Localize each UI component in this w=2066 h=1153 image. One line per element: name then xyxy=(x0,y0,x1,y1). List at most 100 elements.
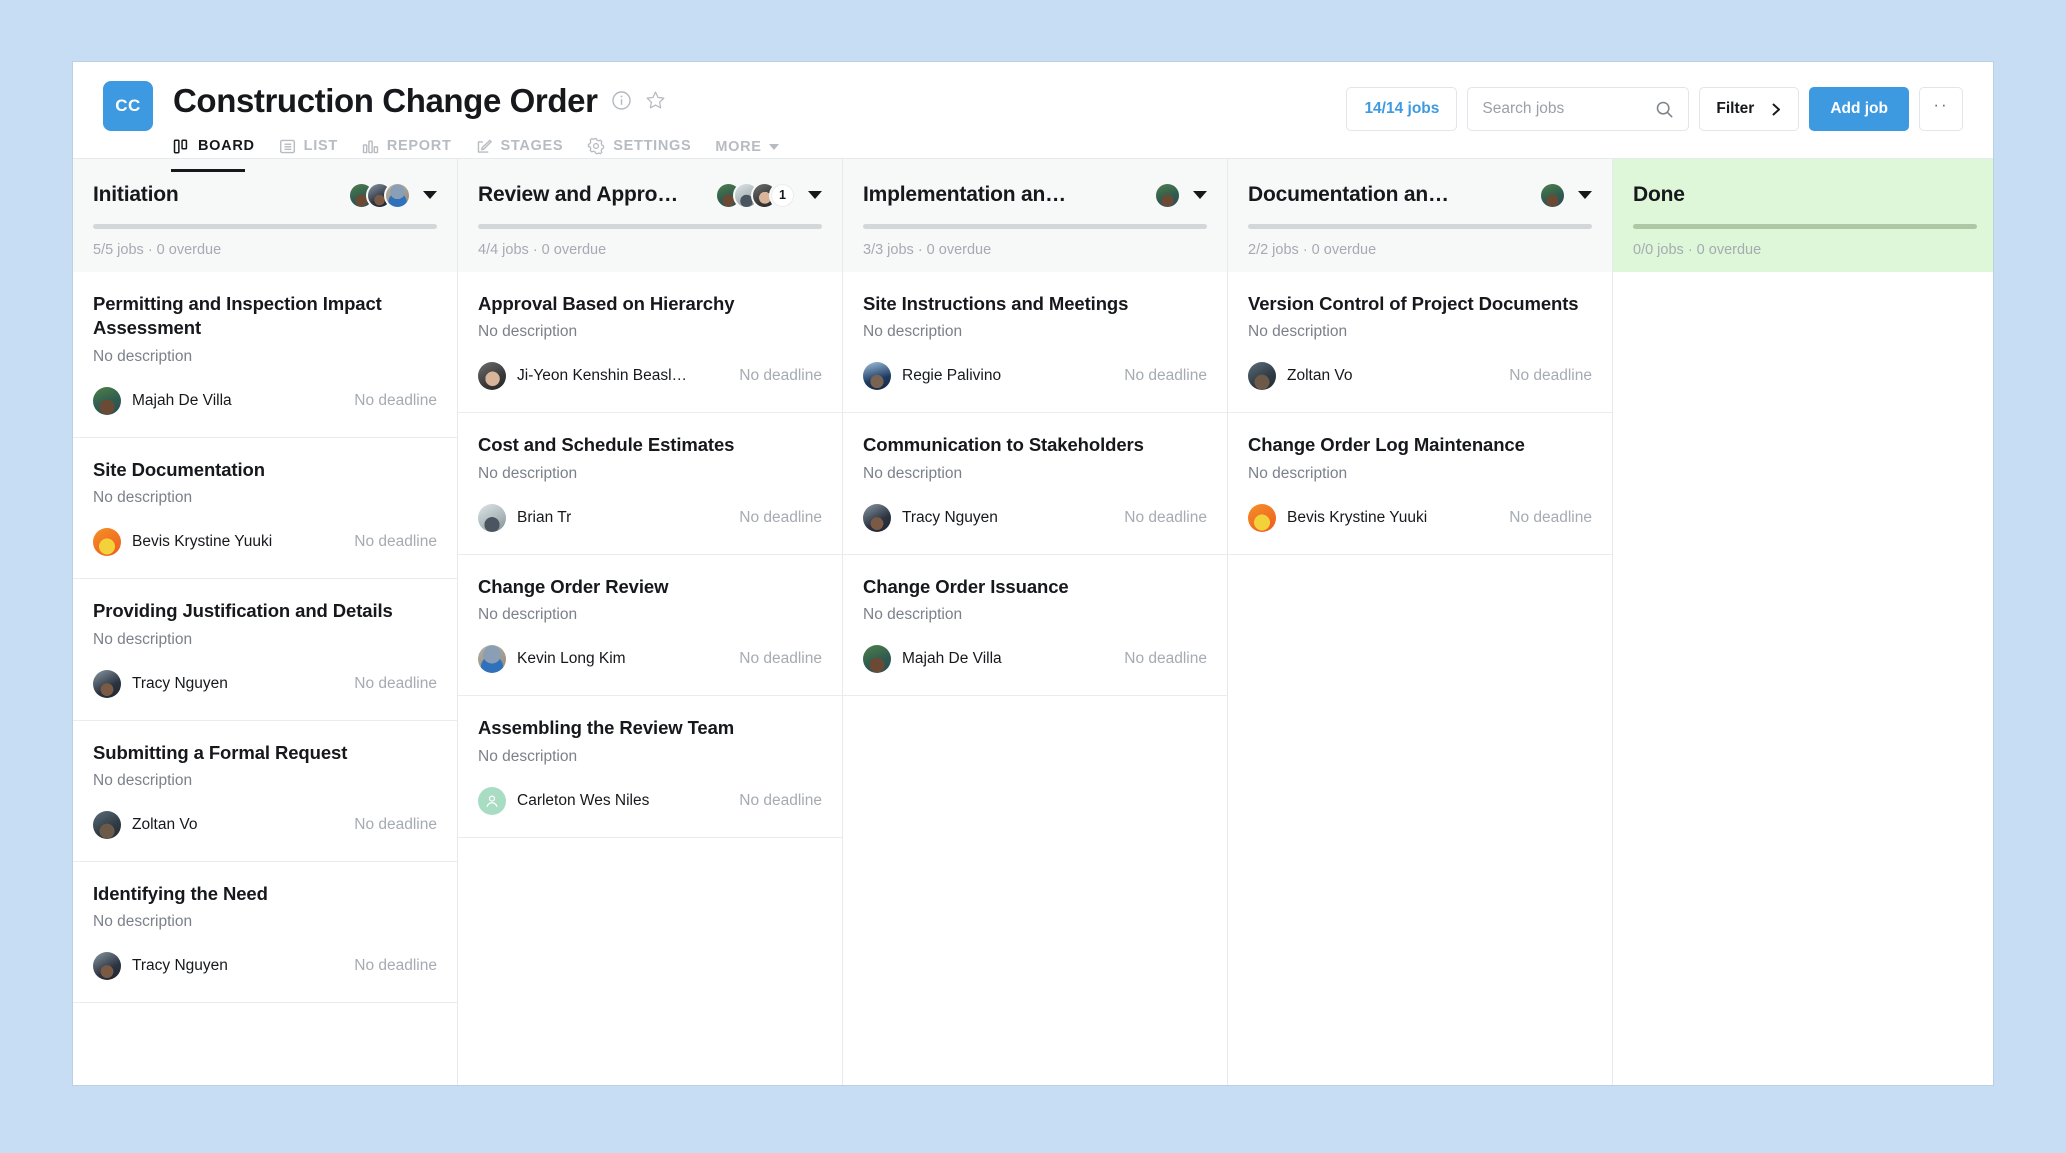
add-job-button[interactable]: Add job xyxy=(1809,87,1909,131)
job-card[interactable]: Submitting a Formal Request No descriptio… xyxy=(73,720,457,863)
job-card-title: Submitting a Formal Request xyxy=(93,741,348,763)
search-jobs-box[interactable] xyxy=(1467,87,1690,131)
job-card[interactable]: Site Instructions and Meetings No descrip… xyxy=(843,272,1227,414)
info-circle-icon[interactable] xyxy=(611,90,632,111)
title-block: Construction Change Order BOARD LIST REP… xyxy=(171,78,779,172)
column-avatar-stack[interactable] xyxy=(348,181,411,209)
avatar xyxy=(478,645,506,674)
column-header: Review and Appro… 1 4/4 jobs · 0 overdue xyxy=(458,159,842,272)
avatar xyxy=(863,362,891,391)
job-card-assignee[interactable]: Bevis Krystine Yuuki xyxy=(93,528,344,557)
job-card-deadline[interactable]: No deadline xyxy=(1124,509,1207,527)
tab-stages[interactable]: STAGES xyxy=(476,131,564,163)
job-card-assignee[interactable]: Tracy Nguyen xyxy=(863,503,1114,532)
tab-board-label: BOARD xyxy=(198,138,255,154)
job-card[interactable]: Change Order Issuance No description Majah… xyxy=(843,554,1227,697)
job-card[interactable]: Communication to Stakeholders No descript… xyxy=(843,413,1227,555)
job-card-assignee[interactable]: Regie Palivino xyxy=(863,362,1114,391)
job-card[interactable]: Version Control of Project Documents No d… xyxy=(1228,272,1612,414)
job-card-assignee-name: Tracy Nguyen xyxy=(902,508,998,526)
column-progress-bar xyxy=(1633,224,1977,229)
tab-more[interactable]: MORE xyxy=(715,131,779,163)
job-card-assignee-name: Zoltan Vo xyxy=(1287,367,1353,385)
report-icon xyxy=(362,138,379,155)
column-card-list: Site Instructions and Meetings No descrip… xyxy=(843,272,1227,1085)
job-card-description: No description xyxy=(93,913,193,931)
tab-report[interactable]: REPORT xyxy=(362,131,452,163)
job-card-assignee[interactable]: Brian Tr xyxy=(478,503,729,532)
job-card-deadline[interactable]: No deadline xyxy=(354,392,437,410)
column-menu-chevron-down-icon[interactable] xyxy=(1193,191,1207,199)
star-outline-icon[interactable] xyxy=(645,90,666,111)
column-card-list xyxy=(1613,272,1993,1085)
title-row: Construction Change Order xyxy=(173,78,779,122)
job-card[interactable]: Identifying the Need No description Tracy … xyxy=(73,862,457,1004)
job-card-deadline[interactable]: No deadline xyxy=(739,792,822,810)
column-avatar-stack[interactable]: 1 xyxy=(715,181,796,209)
tab-board[interactable]: BOARD xyxy=(171,131,255,172)
job-card-assignee[interactable]: Kevin Long Kim xyxy=(478,645,729,674)
job-card-deadline[interactable]: No deadline xyxy=(354,957,437,975)
job-card-footer: Zoltan Vo No deadline xyxy=(93,811,437,840)
job-card[interactable]: Change Order Log Maintenance No descripti… xyxy=(1228,413,1612,555)
column-header-actions: 1 xyxy=(715,181,822,209)
search-icon[interactable] xyxy=(1655,100,1674,119)
overflow-menu-button[interactable]: ·· xyxy=(1919,87,1963,131)
job-card-footer: Bevis Krystine Yuuki No deadline xyxy=(1248,503,1592,532)
job-card[interactable]: Change Order Review No description Kevin L… xyxy=(458,554,842,697)
job-card-assignee[interactable]: Ji-Yeon Kenshin Beasl… xyxy=(478,362,729,391)
job-card-deadline[interactable]: No deadline xyxy=(354,816,437,834)
job-card-assignee-name: Bevis Krystine Yuuki xyxy=(132,533,273,551)
column-meta: 4/4 jobs · 0 overdue xyxy=(478,242,607,258)
job-card-assignee[interactable]: Majah De Villa xyxy=(93,386,344,415)
tab-stages-label: STAGES xyxy=(500,138,564,154)
job-card-deadline[interactable]: No deadline xyxy=(739,367,822,385)
job-card-assignee[interactable]: Zoltan Vo xyxy=(93,811,344,840)
job-card-deadline[interactable]: No deadline xyxy=(739,650,822,668)
column-header: Documentation an… 2/2 jobs · 0 overdue xyxy=(1228,159,1612,272)
job-card-assignee[interactable]: Majah De Villa xyxy=(863,645,1114,674)
job-card-deadline[interactable]: No deadline xyxy=(354,533,437,551)
job-card[interactable]: Approval Based on Hierarchy No descriptio… xyxy=(458,272,842,414)
column-menu-chevron-down-icon[interactable] xyxy=(423,191,437,199)
column-menu-chevron-down-icon[interactable] xyxy=(1578,191,1592,199)
job-card-description: No description xyxy=(478,747,578,765)
column-header-top: Done xyxy=(1633,179,1977,211)
jobs-count-button[interactable]: 14/14 jobs xyxy=(1346,87,1458,131)
column-title: Implementation an… xyxy=(863,183,1066,206)
avatar xyxy=(1539,181,1566,209)
job-card-deadline[interactable]: No deadline xyxy=(1509,367,1592,385)
column-menu-chevron-down-icon[interactable] xyxy=(808,191,822,199)
job-card-assignee[interactable]: Bevis Krystine Yuuki xyxy=(1248,503,1499,532)
job-card[interactable]: Assembling the Review Team No description… xyxy=(458,696,842,838)
tab-settings[interactable]: SETTINGS xyxy=(587,131,691,163)
job-card-assignee[interactable]: Zoltan Vo xyxy=(1248,362,1499,391)
column-avatar-stack[interactable] xyxy=(1539,181,1566,209)
job-card-assignee[interactable]: Tracy Nguyen xyxy=(93,669,344,698)
job-card-deadline[interactable]: No deadline xyxy=(354,675,437,693)
job-card-assignee-name: Carleton Wes Niles xyxy=(517,791,650,809)
job-card-assignee[interactable]: Tracy Nguyen xyxy=(93,952,344,981)
tab-list[interactable]: LIST xyxy=(279,131,338,163)
tab-list-label: LIST xyxy=(303,138,338,154)
job-card[interactable]: Permitting and Inspection Impact Assessm… xyxy=(73,272,457,438)
column-title: Documentation an… xyxy=(1248,183,1449,206)
column-avatar-stack[interactable] xyxy=(1154,181,1181,209)
job-card[interactable]: Site Documentation No description Bevis Kr… xyxy=(73,437,457,580)
job-card[interactable]: Providing Justification and Details No de… xyxy=(73,579,457,721)
avatar xyxy=(384,181,411,209)
job-card-footer: Brian Tr No deadline xyxy=(478,503,822,532)
job-card-footer: Majah De Villa No deadline xyxy=(863,645,1207,674)
job-card-assignee[interactable]: Carleton Wes Niles xyxy=(478,786,729,815)
job-card-deadline[interactable]: No deadline xyxy=(1509,509,1592,527)
job-card-deadline[interactable]: No deadline xyxy=(1124,650,1207,668)
job-card-description: No description xyxy=(478,323,578,341)
column-card-list: Permitting and Inspection Impact Assessm… xyxy=(73,272,457,1085)
search-input[interactable] xyxy=(1482,100,1656,118)
filter-button[interactable]: Filter xyxy=(1699,87,1800,131)
job-card-deadline[interactable]: No deadline xyxy=(1124,367,1207,385)
job-card-deadline[interactable]: No deadline xyxy=(739,509,822,527)
avatar xyxy=(93,811,121,840)
avatar xyxy=(478,362,506,391)
job-card[interactable]: Cost and Schedule Estimates No descriptio… xyxy=(458,413,842,555)
